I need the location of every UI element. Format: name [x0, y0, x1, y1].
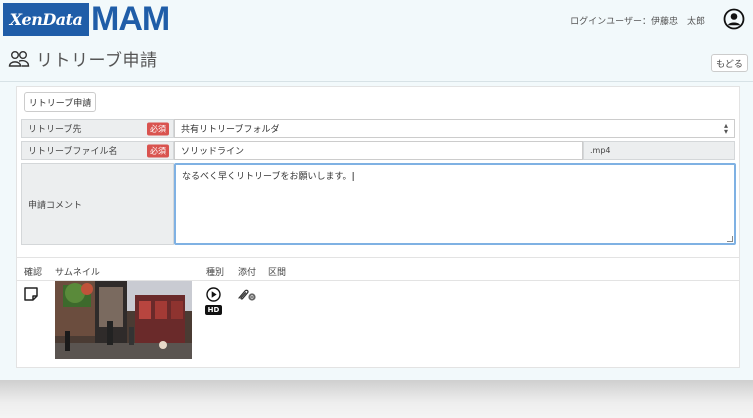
required-badge: 必須	[147, 122, 169, 135]
page-title: リトリーブ申請	[36, 51, 158, 71]
hd-badge: HD	[205, 305, 222, 315]
required-badge: 必須	[147, 144, 169, 157]
comment-label-text: 申請コメント	[28, 200, 83, 211]
col-type: 種別	[206, 268, 225, 278]
resize-handle[interactable]	[727, 236, 733, 242]
logo-xendata: XenData	[3, 3, 89, 36]
divider	[0, 81, 753, 82]
note-icon[interactable]	[23, 286, 39, 302]
destination-select[interactable]: 共有リトリーブフォルダ ▴ ▾	[174, 119, 735, 138]
logo-mam: MAM	[91, 0, 170, 38]
user-circle-icon[interactable]	[723, 8, 745, 30]
filename-row: リトリーブファイル名 必須 ソリッドライン .mp4	[21, 141, 735, 160]
col-section: 区間	[268, 268, 287, 278]
col-attachment: 添付	[238, 268, 257, 278]
comment-row: 申請コメント なるべく早くリトリーブをお願いします。|	[21, 163, 736, 245]
retrieve-submit-button[interactable]: リトリーブ申請	[24, 92, 96, 112]
destination-row: リトリーブ先 必須 共有リトリーブフォルダ ▴ ▾	[21, 119, 735, 138]
col-confirm: 確認	[24, 268, 43, 278]
page-background	[0, 380, 753, 418]
comment-label: 申請コメント	[21, 163, 174, 245]
destination-label: リトリーブ先 必須	[21, 119, 174, 138]
comment-text: なるべく早くリトリーブをお願いします。	[182, 172, 352, 182]
file-extension: .mp4	[583, 141, 735, 160]
app-window: XenData MAM ログインユーザー：伊藤忠 太郎 リトリーブ申請 もどる …	[0, 0, 753, 380]
comment-textarea[interactable]: なるべく早くリトリーブをお願いします。|	[174, 163, 736, 245]
destination-selected-value: 共有リトリーブフォルダ	[181, 125, 280, 135]
paperclip-icon[interactable]: 0	[237, 288, 257, 302]
filename-label-text: リトリーブファイル名	[28, 147, 118, 157]
text-cursor: |	[351, 172, 355, 182]
page-header: リトリーブ申請	[8, 46, 157, 71]
filename-input[interactable]: ソリッドライン	[174, 141, 583, 160]
back-button[interactable]: もどる	[711, 54, 748, 72]
retrieve-form-card: リトリーブ申請 リトリーブ先 必須 共有リトリーブフォルダ ▴ ▾ リトリーブファ…	[16, 86, 740, 368]
files-table-header: 確認 サムネイル 種別 添付 区間	[17, 257, 739, 281]
logo: XenData MAM	[3, 0, 170, 38]
login-user-label: ログインユーザー：伊藤忠 太郎	[570, 17, 705, 27]
select-updown-icon: ▴ ▾	[723, 121, 728, 136]
destination-label-text: リトリーブ先	[28, 125, 82, 135]
users-icon	[8, 50, 30, 67]
filename-label: リトリーブファイル名 必須	[21, 141, 174, 160]
play-circle-icon[interactable]	[206, 287, 221, 302]
attachment-count: 0	[250, 295, 254, 301]
video-thumbnail[interactable]	[55, 281, 192, 359]
col-thumbnail: サムネイル	[55, 268, 100, 278]
